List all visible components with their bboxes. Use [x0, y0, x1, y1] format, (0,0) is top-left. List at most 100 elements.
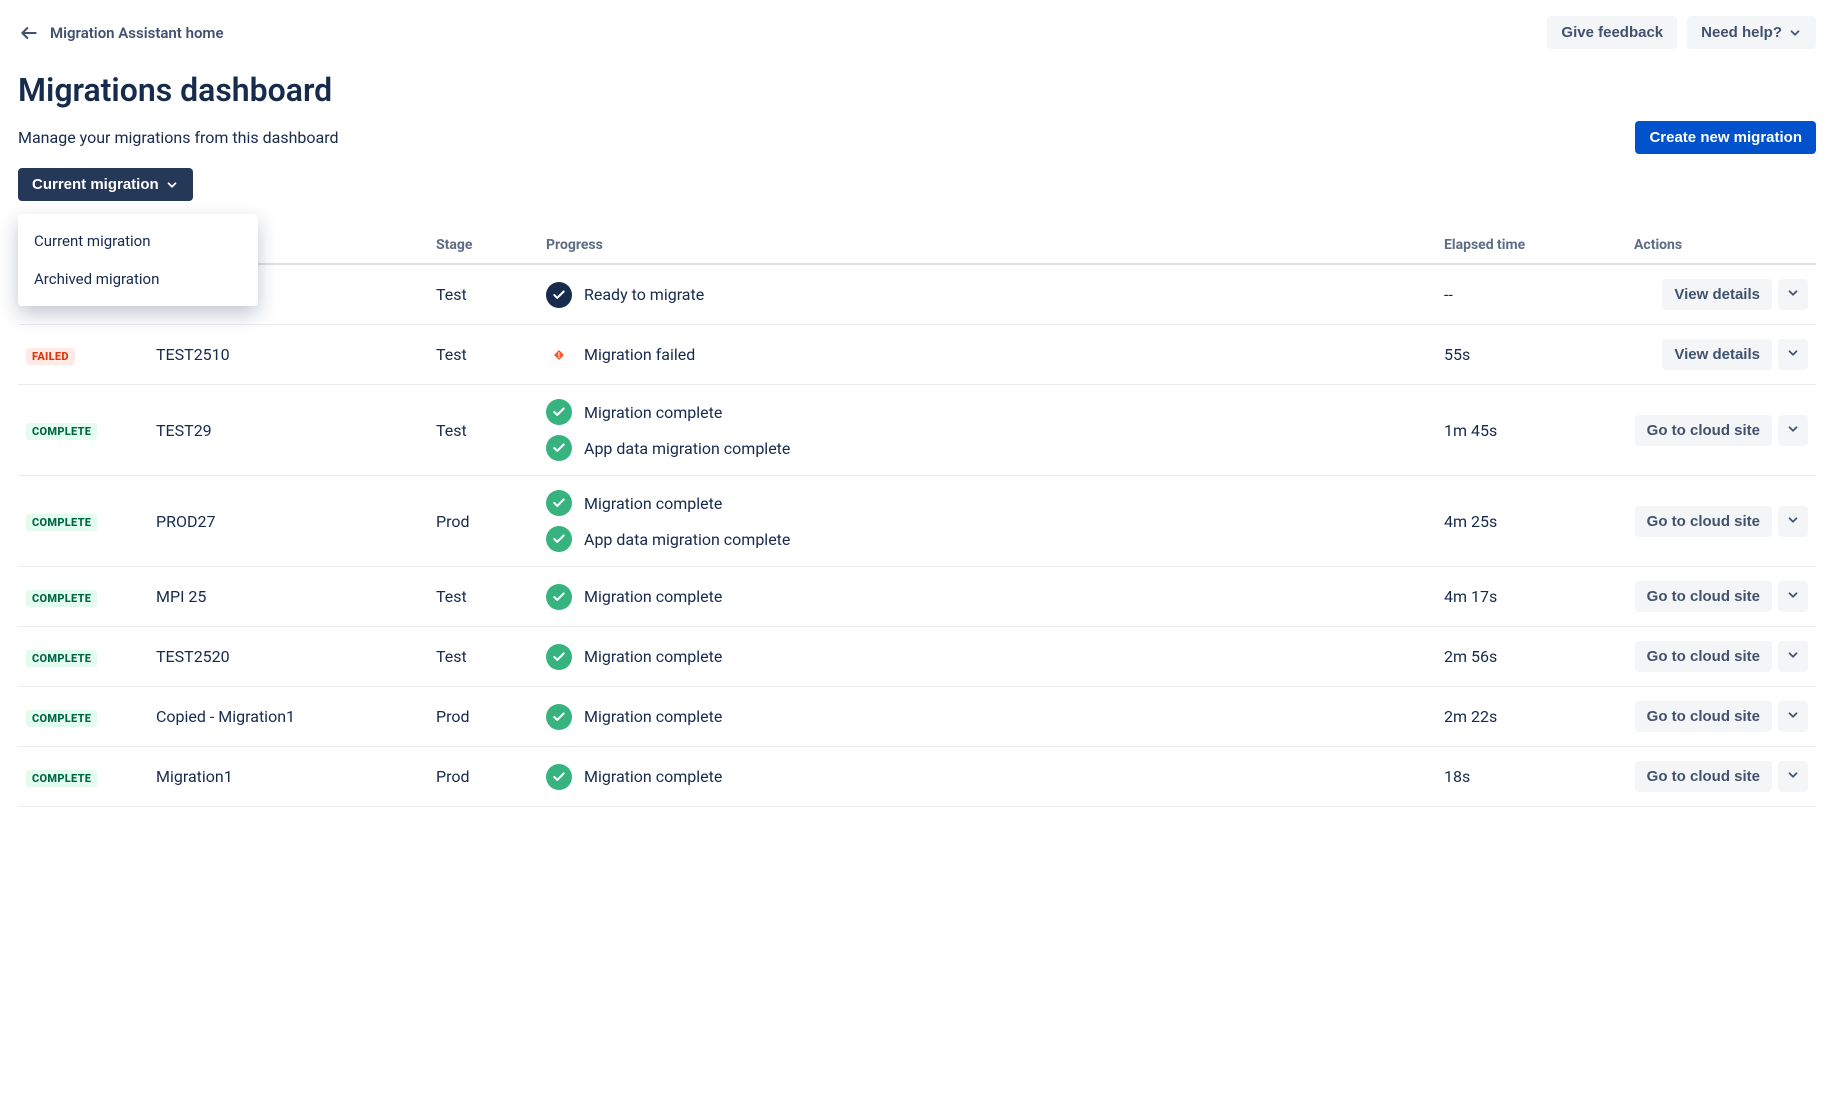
- go-to-cloud-site-button[interactable]: Go to cloud site: [1635, 761, 1772, 792]
- migration-name: Migration1: [148, 747, 428, 807]
- table-row: COMPLETE Copied - Migration1Prod Migration…: [18, 687, 1816, 747]
- check-circle-icon: [546, 282, 572, 308]
- migration-name: TEST2520: [148, 627, 428, 687]
- row-actions-menu-button[interactable]: [1778, 339, 1808, 370]
- migration-stage: Test: [428, 385, 538, 476]
- col-header-elapsed: Elapsed time: [1436, 227, 1626, 264]
- chevron-down-icon: [165, 178, 179, 192]
- progress-item: App data migration complete: [546, 526, 1428, 552]
- progress-item: Migration complete: [546, 644, 1428, 670]
- check-circle-icon: [546, 644, 572, 670]
- filter-option-current[interactable]: Current migration: [18, 222, 258, 260]
- page-title: Migrations dashboard: [18, 71, 1816, 109]
- create-migration-button[interactable]: Create new migration: [1635, 121, 1816, 154]
- migration-name: Copied - Migration1: [148, 687, 428, 747]
- go-to-cloud-site-button[interactable]: Go to cloud site: [1635, 641, 1772, 672]
- give-feedback-button[interactable]: Give feedback: [1547, 16, 1677, 49]
- progress-text: Ready to migrate: [584, 285, 704, 304]
- row-actions-menu-button[interactable]: [1778, 415, 1808, 446]
- need-help-button[interactable]: Need help?: [1687, 16, 1816, 49]
- progress-text: App data migration complete: [584, 530, 790, 549]
- chevron-down-icon: [1786, 286, 1800, 303]
- filter-selected-label: Current migration: [32, 176, 159, 193]
- progress-text: Migration complete: [584, 707, 722, 726]
- view-details-button[interactable]: View details: [1662, 279, 1772, 310]
- chevron-down-icon: [1786, 708, 1800, 725]
- chevron-down-icon: [1786, 346, 1800, 363]
- progress-item: Migration complete: [546, 490, 1428, 516]
- table-row: SAVEDTEST2910TestReady to migrate--View …: [18, 264, 1816, 325]
- table-row: COMPLETE TEST29Test Migration complete App …: [18, 385, 1816, 476]
- filter-dropdown-menu: Current migration Archived migration: [18, 214, 258, 306]
- progress-text: Migration complete: [584, 647, 722, 666]
- progress-item: Migration complete: [546, 704, 1428, 730]
- elapsed-time: 18s: [1436, 747, 1626, 807]
- go-to-cloud-site-button[interactable]: Go to cloud site: [1635, 581, 1772, 612]
- chevron-down-icon: [1786, 648, 1800, 665]
- status-badge: COMPLETE: [26, 514, 97, 531]
- table-row: COMPLETEMigration1ProdMigration complete…: [18, 747, 1816, 807]
- view-details-button[interactable]: View details: [1662, 339, 1772, 370]
- row-actions-menu-button[interactable]: [1778, 506, 1808, 537]
- filter-option-archived[interactable]: Archived migration: [18, 260, 258, 298]
- progress-item: Ready to migrate: [546, 282, 1428, 308]
- check-circle-icon: [546, 399, 572, 425]
- go-to-cloud-site-button[interactable]: Go to cloud site: [1635, 506, 1772, 537]
- progress-text: Migration failed: [584, 345, 695, 364]
- progress-text: Migration complete: [584, 587, 722, 606]
- page-subtitle: Manage your migrations from this dashboa…: [18, 128, 339, 147]
- migration-stage: Test: [428, 567, 538, 627]
- elapsed-time: 2m 56s: [1436, 627, 1626, 687]
- table-row: FAILEDTEST2510TestMigration failed55sVie…: [18, 325, 1816, 385]
- progress-text: App data migration complete: [584, 439, 790, 458]
- migrations-table: Status Migration name Stage Progress Ela…: [18, 227, 1816, 807]
- migration-stage: Prod: [428, 687, 538, 747]
- status-badge: COMPLETE: [26, 590, 97, 607]
- progress-item: Migration complete: [546, 399, 1428, 425]
- status-badge: COMPLETE: [26, 423, 97, 440]
- progress-item: Migration complete: [546, 764, 1428, 790]
- filter-dropdown-button[interactable]: Current migration: [18, 168, 193, 201]
- progress-item: Migration complete: [546, 584, 1428, 610]
- check-circle-icon: [546, 526, 572, 552]
- check-circle-icon: [546, 435, 572, 461]
- status-badge: COMPLETE: [26, 650, 97, 667]
- migration-name: PROD27: [148, 476, 428, 567]
- migration-name: MPI 25: [148, 567, 428, 627]
- migration-stage: Test: [428, 325, 538, 385]
- progress-item: App data migration complete: [546, 435, 1428, 461]
- progress-text: Migration complete: [584, 494, 722, 513]
- chevron-down-icon: [1786, 588, 1800, 605]
- go-to-cloud-site-button[interactable]: Go to cloud site: [1635, 701, 1772, 732]
- check-circle-icon: [546, 764, 572, 790]
- table-row: COMPLETE PROD27Prod Migration complete App …: [18, 476, 1816, 567]
- col-header-stage: Stage: [428, 227, 538, 264]
- row-actions-menu-button[interactable]: [1778, 581, 1808, 612]
- migration-stage: Prod: [428, 476, 538, 567]
- col-header-progress: Progress: [538, 227, 1436, 264]
- table-row: COMPLETE MPI 25Test Migration complete 4m 1…: [18, 567, 1816, 627]
- elapsed-time: 1m 45s: [1436, 385, 1626, 476]
- row-actions-menu-button[interactable]: [1778, 641, 1808, 672]
- row-actions-menu-button[interactable]: [1778, 761, 1808, 792]
- check-circle-icon: [546, 490, 572, 516]
- table-row: COMPLETETEST2520TestMigration complete2m…: [18, 627, 1816, 687]
- col-header-actions: Actions: [1626, 227, 1816, 264]
- migration-name: TEST29: [148, 385, 428, 476]
- elapsed-time: 4m 17s: [1436, 567, 1626, 627]
- progress-item: Migration failed: [546, 342, 1428, 368]
- elapsed-time: 2m 22s: [1436, 687, 1626, 747]
- row-actions-menu-button[interactable]: [1778, 279, 1808, 310]
- migration-stage: Test: [428, 264, 538, 325]
- progress-text: Migration complete: [584, 403, 722, 422]
- status-badge: COMPLETE: [26, 710, 97, 727]
- row-actions-menu-button[interactable]: [1778, 701, 1808, 732]
- chevron-down-icon: [1786, 513, 1800, 530]
- status-badge: FAILED: [26, 348, 75, 365]
- breadcrumb-home-link[interactable]: Migration Assistant home: [50, 24, 224, 42]
- chevron-down-icon: [1788, 26, 1802, 40]
- back-arrow-icon[interactable]: [18, 22, 40, 44]
- progress-text: Migration complete: [584, 767, 722, 786]
- go-to-cloud-site-button[interactable]: Go to cloud site: [1635, 415, 1772, 446]
- chevron-down-icon: [1786, 768, 1800, 785]
